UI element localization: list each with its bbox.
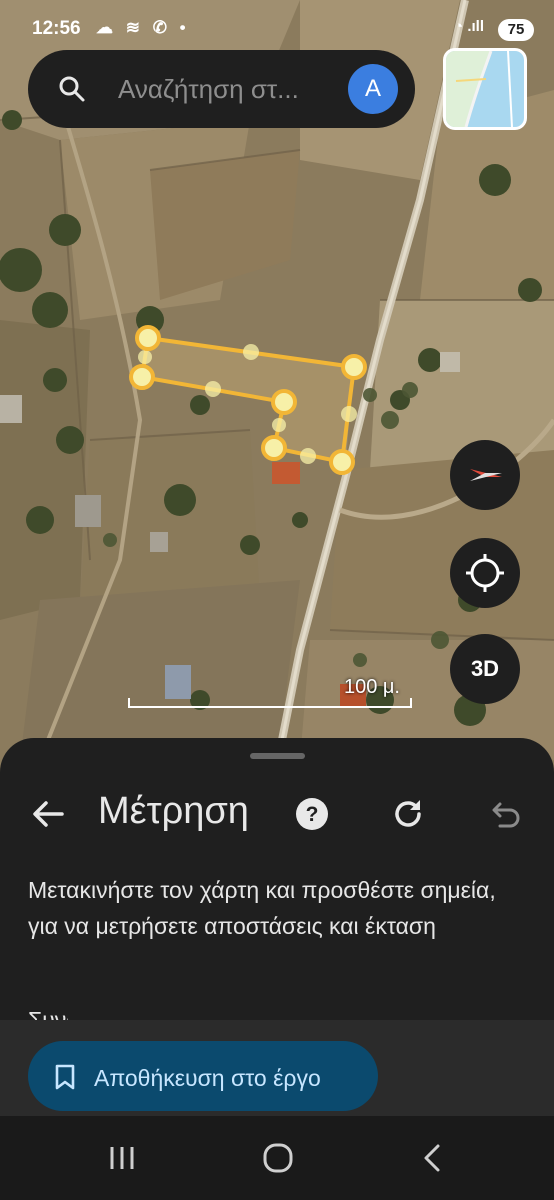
save-button-label: Αποθήκευση στο έργο (94, 1065, 321, 1091)
scale-label: 100 μ. (343, 676, 400, 698)
action-bar: Αποθήκευση στο έργο (0, 1020, 554, 1116)
partial-area-label: Συνολική έκταση (28, 1012, 68, 1020)
status-time: 12:56 (32, 18, 81, 39)
home-icon[interactable] (258, 1142, 298, 1174)
back-arrow-icon[interactable] (30, 796, 66, 832)
drag-handle[interactable] (250, 753, 305, 759)
battery-indicator: 75 (498, 19, 534, 41)
compass-icon (470, 469, 502, 481)
instructions-text: Μετακινήστε τον χάρτη και προσθέστε σημε… (28, 877, 496, 939)
map-layers-icon (446, 51, 524, 127)
crosshair-icon (466, 554, 504, 592)
refresh-icon[interactable] (390, 796, 426, 832)
bookmark-icon (55, 1064, 75, 1090)
search-bar[interactable]: Αναζήτηση στ... A (28, 50, 415, 128)
notification-icons: ☁ ≋ ✆ • (96, 18, 190, 37)
help-icon[interactable]: ? (294, 796, 330, 832)
signal-icons: ◔ .ıll (454, 18, 484, 35)
undo-icon[interactable] (486, 796, 522, 832)
search-placeholder[interactable]: Αναζήτηση στ... (118, 74, 299, 105)
svg-text:?: ? (306, 803, 319, 826)
recents-icon[interactable] (102, 1142, 142, 1174)
search-icon (59, 76, 85, 102)
account-avatar[interactable]: A (348, 64, 398, 114)
map-layers-button[interactable] (443, 48, 527, 130)
system-back-icon[interactable] (412, 1142, 452, 1174)
page-title: Μέτρηση (98, 790, 249, 832)
compass-button[interactable] (450, 440, 520, 510)
3d-toggle-button[interactable]: 3D (450, 634, 520, 704)
system-nav-bar (0, 1116, 554, 1200)
scale-bar: 100 μ. (128, 676, 412, 708)
save-to-project-button[interactable]: Αποθήκευση στο έργο (28, 1041, 378, 1111)
satellite-map[interactable]: 12:56 ☁ ≋ ✆ • ◔ .ıll 75 Αναζήτηση στ... … (0, 0, 554, 800)
scale-ruler (128, 698, 412, 708)
my-location-button[interactable] (450, 538, 520, 608)
partial-area-text: Συνολική έκταση (28, 1012, 68, 1020)
